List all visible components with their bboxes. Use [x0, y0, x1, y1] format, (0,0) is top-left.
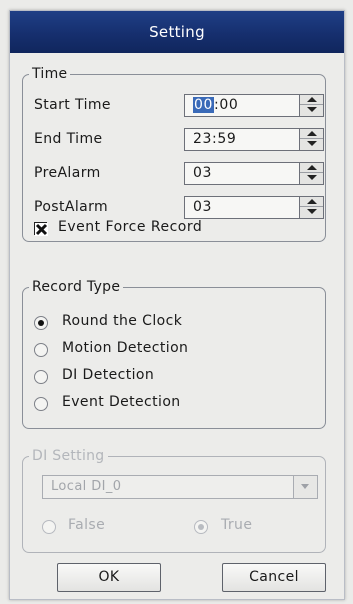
postalarm-down-button[interactable]: [300, 207, 323, 217]
arrow-up-icon: [307, 199, 317, 204]
time-group-legend: Time: [32, 66, 68, 82]
end-time-up-button[interactable]: [300, 129, 323, 139]
di-setting-legend: DI Setting: [32, 448, 105, 464]
cancel-button[interactable]: Cancel: [222, 563, 326, 592]
prealarm-label: PreAlarm: [34, 165, 101, 181]
arrow-down-icon: [307, 107, 317, 112]
arrow-up-icon: [307, 165, 317, 170]
start-time-label: Start Time: [34, 97, 111, 113]
di-source-dropdown-button[interactable]: [293, 476, 317, 498]
end-time-value[interactable]: 23:59: [193, 131, 236, 147]
record-type-legend: Record Type: [32, 279, 121, 295]
arrow-down-icon: [307, 175, 317, 180]
radio-di-detection[interactable]: [34, 370, 48, 384]
di-source-select[interactable]: Local DI_0: [42, 475, 318, 499]
radio-label-round-the-clock[interactable]: Round the Clock: [62, 313, 182, 329]
event-force-record-label[interactable]: Event Force Record: [58, 219, 202, 235]
radio-false[interactable]: [42, 520, 56, 534]
arrow-down-icon: [307, 141, 317, 146]
radio-event-detection[interactable]: [34, 397, 48, 411]
end-time-spinbox[interactable]: 23:59: [184, 128, 324, 151]
postalarm-value[interactable]: 03: [193, 199, 212, 215]
radio-round-the-clock[interactable]: [34, 316, 48, 330]
arrow-down-icon: [307, 209, 317, 214]
prealarm-spinbox[interactable]: 03: [184, 162, 324, 185]
prealarm-up-button[interactable]: [300, 163, 323, 173]
radio-label-false[interactable]: False: [68, 517, 105, 533]
prealarm-down-button[interactable]: [300, 173, 323, 183]
di-source-value: Local DI_0: [51, 479, 122, 494]
postalarm-up-button[interactable]: [300, 197, 323, 207]
radio-selected-dot: [38, 320, 44, 326]
prealarm-value[interactable]: 03: [193, 165, 212, 181]
event-force-record-checkbox[interactable]: [34, 222, 48, 236]
radio-label-true[interactable]: True: [221, 517, 252, 533]
postalarm-spinbox[interactable]: 03: [184, 196, 324, 219]
dialog-title: Setting: [10, 11, 344, 53]
radio-motion-detection[interactable]: [34, 343, 48, 357]
end-time-label: End Time: [34, 131, 103, 147]
end-time-down-button[interactable]: [300, 139, 323, 149]
arrow-up-icon: [307, 131, 317, 136]
arrow-up-icon: [307, 97, 317, 102]
radio-label-di-detection[interactable]: DI Detection: [62, 367, 154, 383]
chevron-down-icon: [301, 484, 309, 489]
check-x-icon: [35, 223, 48, 236]
radio-label-event-detection[interactable]: Event Detection: [62, 394, 181, 410]
radio-selected-dot: [198, 524, 204, 530]
start-time-down-button[interactable]: [300, 105, 323, 115]
start-time-hour[interactable]: 00: [193, 97, 215, 113]
start-time-spinbox[interactable]: 00:00: [184, 94, 324, 117]
di-setting-group: DI Setting: [22, 448, 326, 553]
ok-button[interactable]: OK: [57, 563, 161, 592]
radio-label-motion-detection[interactable]: Motion Detection: [62, 340, 188, 356]
start-time-up-button[interactable]: [300, 95, 323, 105]
postalarm-label: PostAlarm: [34, 199, 109, 215]
radio-true[interactable]: [194, 520, 208, 534]
start-time-minute[interactable]: 00: [219, 97, 238, 113]
